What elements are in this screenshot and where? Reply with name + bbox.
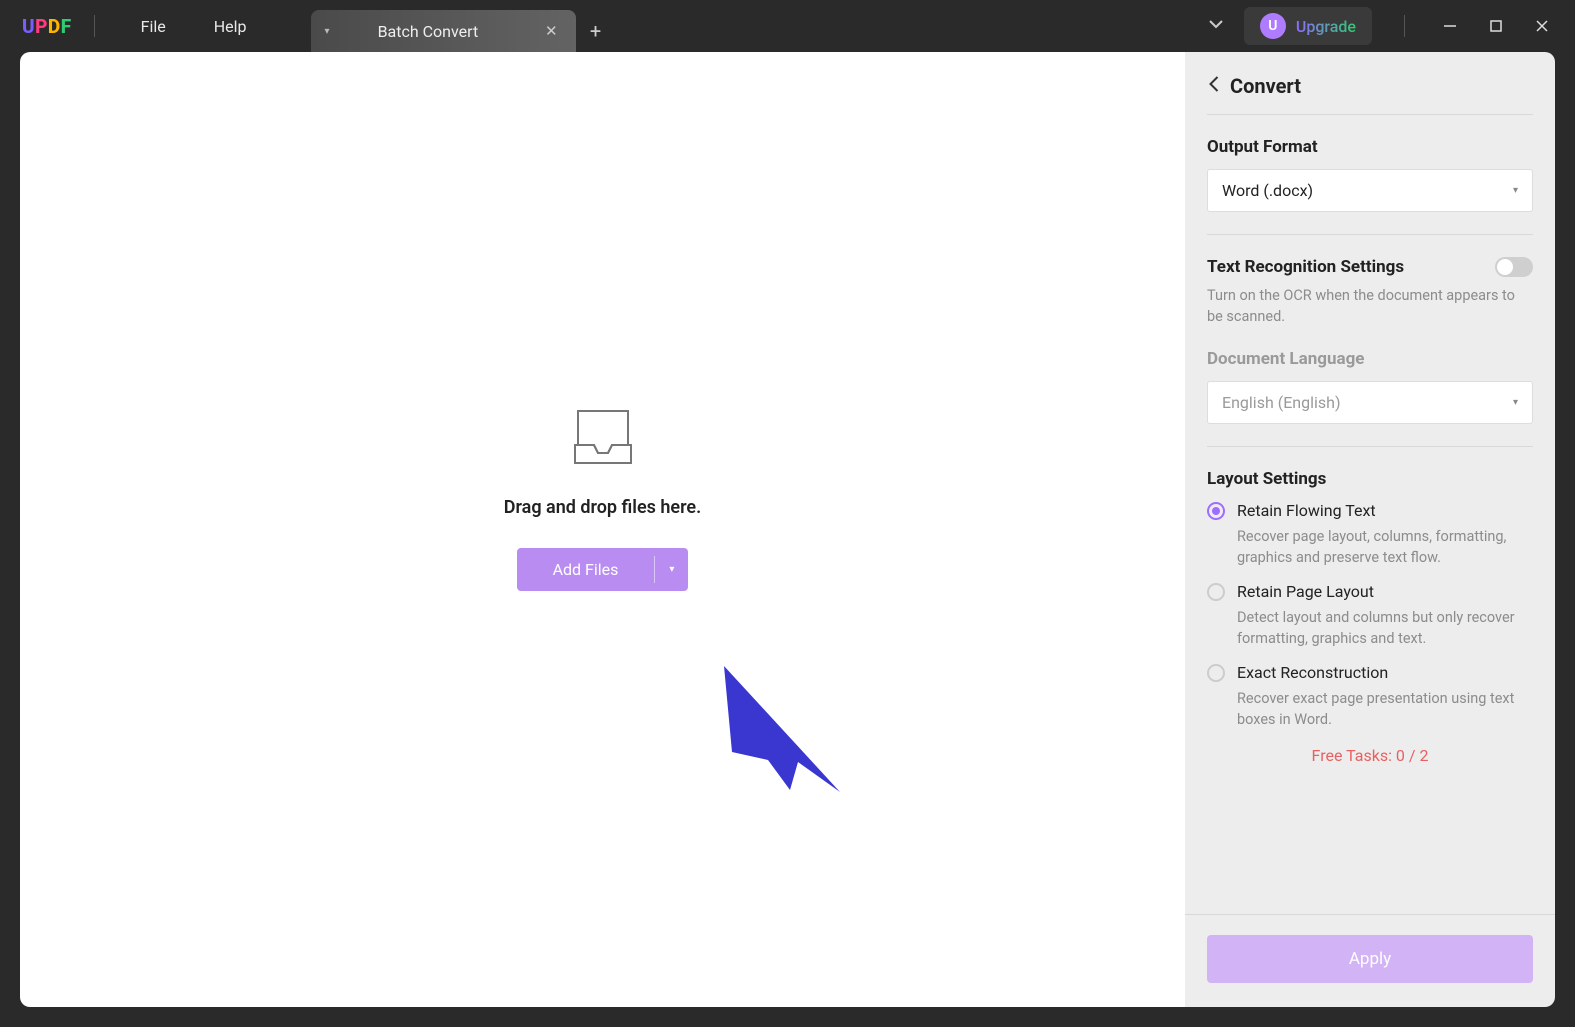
sidebar-body: Output Format Word (.docx) ▾ Text Recogn… (1185, 114, 1555, 914)
radio-icon (1207, 664, 1225, 682)
tabs-overflow-icon[interactable] (1188, 16, 1244, 36)
layout-settings-label: Layout Settings (1207, 469, 1533, 489)
output-format-label: Output Format (1207, 137, 1533, 157)
radio-icon (1207, 502, 1225, 520)
app-logo: UPDF (22, 15, 72, 38)
output-format-select[interactable]: Word (.docx) ▾ (1207, 169, 1533, 212)
radio-exact-reconstruction[interactable]: Exact Reconstruction (1207, 663, 1533, 682)
menu-help[interactable]: Help (190, 17, 271, 36)
new-tab-button[interactable]: + (576, 10, 616, 52)
language-value: English (English) (1222, 393, 1341, 412)
main-panel: Drag and drop files here. Add Files ▾ (20, 52, 1185, 1007)
free-tasks-label: Free Tasks: 0 / 2 (1207, 746, 1533, 765)
radio-icon (1207, 583, 1225, 601)
tab-label: Batch Convert (378, 22, 541, 41)
ocr-row: Text Recognition Settings (1207, 257, 1533, 277)
upgrade-button[interactable]: U Upgrade (1244, 7, 1372, 45)
inbox-icon (572, 409, 634, 465)
radio-retain-page-layout[interactable]: Retain Page Layout (1207, 582, 1533, 601)
ocr-toggle[interactable] (1495, 257, 1533, 277)
window-controls (1441, 17, 1551, 35)
divider (1207, 446, 1533, 447)
convert-sidebar: Convert Output Format Word (.docx) ▾ Tex… (1185, 52, 1555, 1007)
minimize-button[interactable] (1441, 17, 1459, 35)
separator (94, 15, 95, 37)
separator (1404, 15, 1405, 37)
add-files-dropdown-icon[interactable]: ▾ (655, 548, 688, 591)
language-select[interactable]: English (English) ▾ (1207, 381, 1533, 424)
sidebar-footer: Apply (1185, 914, 1555, 1007)
add-files-label: Add Files (517, 548, 655, 591)
divider (1207, 234, 1533, 235)
language-label: Document Language (1207, 349, 1533, 369)
ocr-label: Text Recognition Settings (1207, 257, 1404, 277)
ocr-desc: Turn on the OCR when the document appear… (1207, 285, 1533, 327)
radio-desc: Recover page layout, columns, formatting… (1237, 526, 1533, 568)
titlebar: UPDF File Help ▾ Batch Convert ✕ + U Upg… (0, 0, 1575, 52)
close-icon[interactable]: ✕ (541, 18, 562, 44)
sidebar-title: Convert (1230, 74, 1301, 98)
sidebar-header: Convert (1185, 52, 1555, 114)
chevron-down-icon: ▾ (1513, 185, 1518, 196)
workspace: Drag and drop files here. Add Files ▾ Co… (0, 52, 1575, 1027)
tab-batch-convert[interactable]: ▾ Batch Convert ✕ (311, 10, 576, 52)
menu-file[interactable]: File (117, 17, 190, 36)
drop-text: Drag and drop files here. (504, 497, 701, 518)
divider (1207, 114, 1533, 115)
upgrade-label: Upgrade (1296, 17, 1356, 36)
output-format-value: Word (.docx) (1222, 181, 1313, 200)
tab-dropdown-icon[interactable]: ▾ (325, 26, 330, 37)
add-files-button[interactable]: Add Files ▾ (517, 548, 689, 591)
radio-retain-flowing-text[interactable]: Retain Flowing Text (1207, 501, 1533, 520)
back-icon[interactable] (1207, 75, 1220, 97)
close-button[interactable] (1533, 17, 1551, 35)
radio-desc: Recover exact page presentation using te… (1237, 688, 1533, 730)
cursor-arrow-icon (720, 662, 850, 802)
maximize-button[interactable] (1487, 17, 1505, 35)
radio-desc: Detect layout and columns but only recov… (1237, 607, 1533, 649)
upgrade-badge: U (1260, 13, 1286, 39)
chevron-down-icon: ▾ (1513, 397, 1518, 408)
apply-button[interactable]: Apply (1207, 935, 1533, 983)
tabbar: ▾ Batch Convert ✕ + (311, 0, 616, 52)
drop-zone[interactable]: Drag and drop files here. Add Files ▾ (504, 409, 701, 591)
